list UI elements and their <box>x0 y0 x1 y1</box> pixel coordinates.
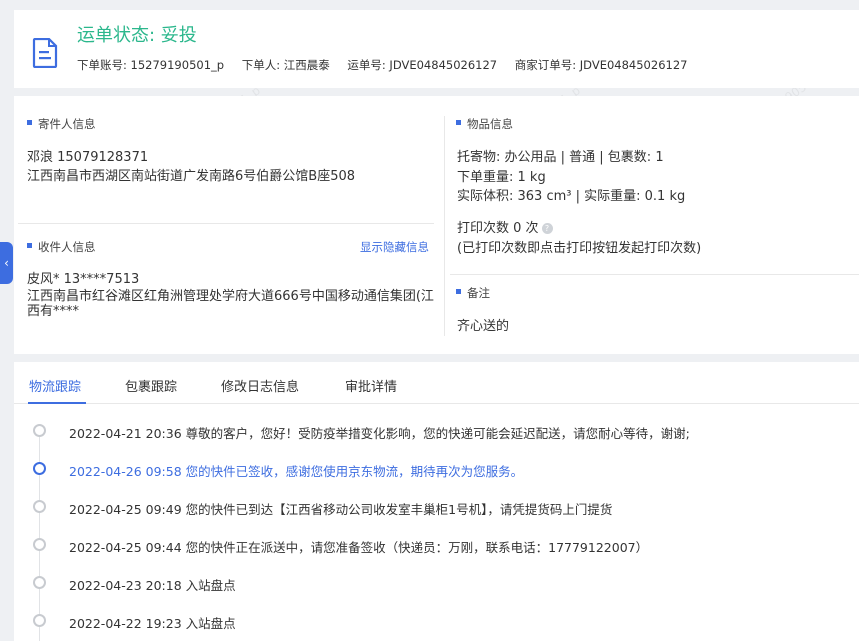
waybill-number: 运单号: JDVE04845026127 <box>347 58 498 72</box>
tab-package-tracking[interactable]: 包裹跟踪 <box>125 376 177 395</box>
order-account: 下单账号: 15279190501_p <box>77 58 225 72</box>
tab-logistics-tracking[interactable]: 物流跟踪 <box>29 376 81 395</box>
receiver-address: 江西南昌市红谷滩区红角洲管理处学府大道666号中国移动通信集团(江西有**** <box>27 289 434 319</box>
timeline-dot <box>33 538 46 551</box>
receiver-name-phone: 皮风* 13****7513 <box>27 272 140 287</box>
waybill-status: 运单状态: 妥投 <box>77 25 197 46</box>
sender-name-phone: 邓浪 15079128371 <box>27 150 149 165</box>
shipment-info-card: 寄件人信息 邓浪 15079128371 江西南昌市西湖区南站街道广发南路6号伯… <box>14 96 859 354</box>
active-tab-indicator <box>28 402 86 404</box>
document-icon <box>32 38 58 68</box>
timeline-entry: 2022-04-26 09:58 您的快件已签收，感谢您使用京东物流，期待再次为… <box>69 464 524 479</box>
goods-line-item: 托寄物: 办公用品 | 普通 | 包裹数: 1 <box>457 150 664 165</box>
timeline-dot <box>33 614 46 627</box>
receiver-section-title: 收件人信息 <box>27 239 96 255</box>
divider <box>18 223 434 224</box>
waybill-header: 运单状态: 妥投 下单账号: 15279190501_p 下单人: 江西晨泰 运… <box>14 10 859 88</box>
remark-text: 齐心送的 <box>457 319 510 334</box>
remark-section-title: 备注 <box>456 285 490 301</box>
timeline-entry: 2022-04-23 20:18 入站盘点 <box>69 578 236 593</box>
chevron-left-icon: ‹ <box>4 256 9 270</box>
sender-section-title: 寄件人信息 <box>27 116 96 132</box>
timeline-dot <box>33 500 46 513</box>
tracking-card: 物流跟踪 包裹跟踪 修改日志信息 审批详情 2022-04-21 20:36 尊… <box>14 362 859 641</box>
tracking-tabs: 物流跟踪 包裹跟踪 修改日志信息 审批详情 <box>14 362 859 404</box>
help-icon[interactable]: ? <box>541 223 553 234</box>
sender-address: 江西南昌市西湖区南站街道广发南路6号伯爵公馆B座508 <box>27 169 356 184</box>
goods-volume-weight: 实际体积: 363 cm³ | 实际重量: 0.1 kg <box>457 189 686 204</box>
merchant-order-number: 商家订单号: JDVE04845026127 <box>514 58 688 72</box>
tab-modification-log[interactable]: 修改日志信息 <box>221 376 299 395</box>
divider <box>450 274 859 275</box>
divider <box>444 116 445 336</box>
tab-approval-details[interactable]: 审批详情 <box>345 376 397 395</box>
goods-section-title: 物品信息 <box>456 116 513 132</box>
print-note: (已打印次数即点击打印按钮发起打印次数) <box>457 241 702 256</box>
order-meta: 下单账号: 15279190501_p 下单人: 江西晨泰 运单号: JDVE0… <box>77 57 701 73</box>
goods-order-weight: 下单重量: 1 kg <box>457 170 546 185</box>
timeline-dot <box>33 424 46 437</box>
order-person: 下单人: 江西晨泰 <box>241 58 330 72</box>
timeline-entry: 2022-04-21 20:36 尊敬的客户，您好！受防疫举措变化影响，您的快递… <box>69 426 690 441</box>
print-count-text: 打印次数 0 次 <box>457 221 539 236</box>
print-count: 打印次数 0 次? <box>457 217 553 236</box>
timeline-dot-active <box>33 462 46 475</box>
collapse-handle[interactable]: ‹ <box>0 242 13 284</box>
timeline-entry: 2022-04-22 19:23 入站盘点 <box>69 616 236 631</box>
show-hidden-info-link[interactable]: 显示隐藏信息 <box>360 239 429 255</box>
timeline-entry: 2022-04-25 09:44 您的快件正在派送中，请您准备签收（快递员：万刚… <box>69 540 649 555</box>
timeline-entry: 2022-04-25 09:49 您的快件已到达【江西省移动公司收发室丰巢柜1号… <box>69 502 613 517</box>
timeline-dot <box>33 576 46 589</box>
